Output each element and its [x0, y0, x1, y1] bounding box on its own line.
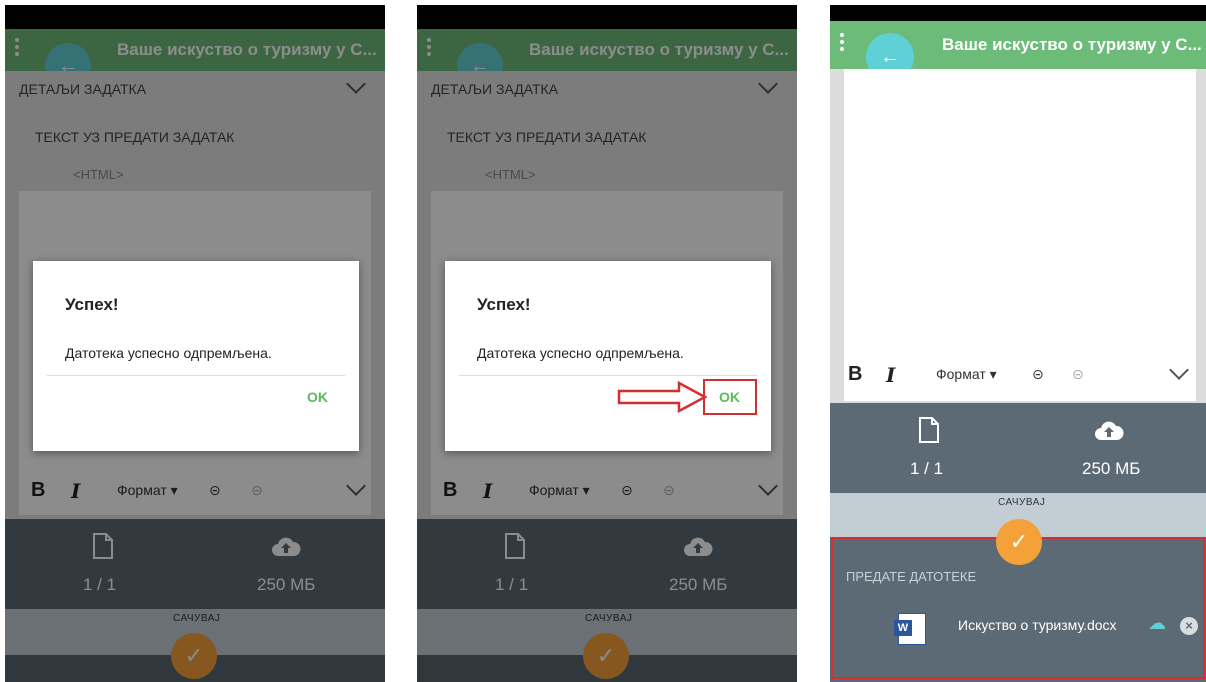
- phone-screen-1: Ваше искуство о туризму у С... ← ДЕТАЉИ …: [5, 5, 385, 682]
- dialog-message: Датотека успесно одпремљена.: [477, 345, 684, 361]
- unlink-icon[interactable]: ⊝: [1072, 366, 1084, 383]
- save-button[interactable]: ✓: [996, 519, 1042, 565]
- word-file-icon: W: [894, 613, 926, 645]
- editor-toolbar: B I Формат ▾ ⊝ ⊝: [844, 351, 1196, 401]
- dialog-title: Успех!: [477, 295, 531, 314]
- dialog-ok-button[interactable]: OK: [307, 389, 328, 405]
- dialog-divider: [47, 375, 345, 376]
- phone-screen-3: Ваше искуство о туризму у С... ← B I Фор…: [830, 5, 1206, 682]
- file-icon: [919, 417, 939, 443]
- success-dialog: Успех! Датотека успесно одпремљена. OK: [445, 261, 771, 451]
- app-title: Ваше искуство о туризму у С...: [942, 35, 1202, 54]
- format-dropdown[interactable]: Формат ▾: [936, 366, 997, 383]
- file-item-name[interactable]: Искуство о туризму.docx: [958, 617, 1117, 633]
- dialog-ok-button[interactable]: OK: [719, 389, 740, 405]
- link-icon[interactable]: ⊝: [1032, 366, 1044, 383]
- submitted-files-label: ПРЕДАТЕ ДАТОТЕКЕ: [846, 569, 977, 584]
- pointer-arrow-icon: [617, 381, 708, 413]
- save-label: САЧУВАЈ: [998, 497, 1046, 508]
- success-dialog: Успех! Датотека успесно одпремљена. OK: [33, 261, 359, 451]
- stats-panel: 1 / 1 250 МБ: [830, 403, 1206, 493]
- storage-limit: 250 МБ: [1082, 459, 1141, 478]
- text-editor[interactable]: [844, 69, 1196, 351]
- status-bar: [830, 5, 1206, 21]
- dialog-message: Датотека успесно одпремљена.: [65, 345, 272, 361]
- cloud-upload-icon: [1095, 421, 1124, 440]
- dialog-divider: [459, 375, 757, 376]
- cloud-download-icon[interactable]: ☁: [1148, 613, 1166, 634]
- bold-button[interactable]: B: [848, 363, 862, 386]
- remove-file-icon[interactable]: ×: [1180, 617, 1198, 635]
- files-count: 1 / 1: [910, 459, 944, 478]
- italic-button[interactable]: I: [886, 363, 895, 387]
- dialog-title: Успех!: [65, 295, 119, 314]
- more-menu-icon[interactable]: [840, 33, 844, 54]
- phone-screen-2: Ваше искуство о туризму у С... ← ДЕТАЉИ …: [417, 5, 797, 682]
- toolbar-chevron-down-icon[interactable]: [1169, 360, 1189, 380]
